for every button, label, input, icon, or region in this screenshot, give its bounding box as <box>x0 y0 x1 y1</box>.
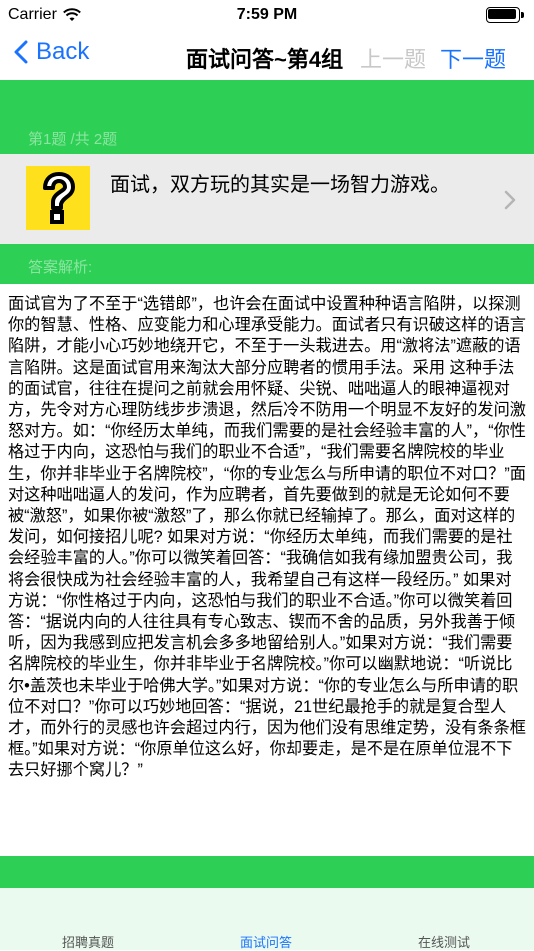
previous-question-button[interactable]: 上一题 <box>360 42 426 74</box>
status-bar: Carrier 7:59 PM <box>0 0 534 30</box>
chevron-right-icon <box>504 190 516 210</box>
tab-online-test[interactable]: 在线测试 <box>418 932 470 951</box>
header-band <box>0 80 534 118</box>
tab-bar: 招聘真题 面试问答 在线测试 <box>0 888 534 950</box>
question-progress-row: 第1题 /共 2题 <box>0 118 534 154</box>
tab-interview-qa[interactable]: 面试问答 <box>240 932 292 951</box>
navigation-bar: Back 面试问答~第4组 上一题 下一题 <box>0 30 534 80</box>
question-mark-icon <box>26 166 90 230</box>
answer-body: 面试官为了不至于“选错郎”，也许会在面试中设置种种语言陷阱，以探测你的智慧、性格… <box>8 295 526 780</box>
answer-label: 答案解析: <box>28 259 93 276</box>
next-question-button[interactable]: 下一题 <box>440 42 506 74</box>
chevron-left-icon <box>14 40 28 64</box>
status-time: 7:59 PM <box>236 6 298 23</box>
back-button[interactable]: Back <box>14 38 89 66</box>
back-label: Back <box>36 38 90 65</box>
battery-icon <box>486 7 526 25</box>
page-title: 面试问答~第4组 <box>186 47 344 72</box>
question-progress: 第1题 /共 2题 <box>28 131 118 148</box>
question-card[interactable]: 面试，双方玩的其实是一场智力游戏。 <box>0 154 534 244</box>
answer-label-row: 答案解析: <box>0 244 534 284</box>
footer-band <box>0 856 534 888</box>
tab-recruitment-questions[interactable]: 招聘真题 <box>62 932 114 951</box>
question-text: 面试，双方玩的其实是一场智力游戏。 <box>110 174 450 196</box>
